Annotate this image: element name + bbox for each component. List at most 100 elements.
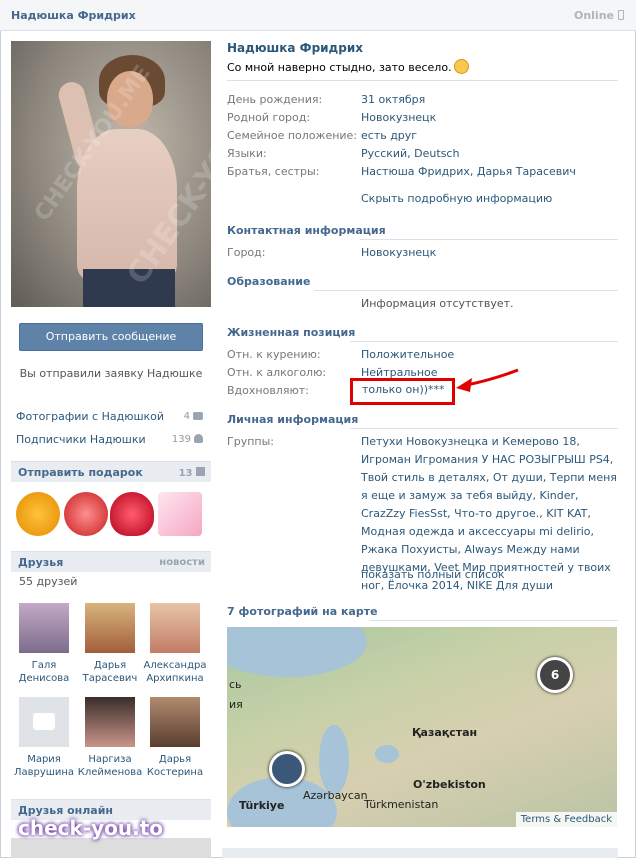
- bottom-watermark: check-you.to: [18, 816, 164, 840]
- friend-last-name[interactable]: Лаврушина: [11, 766, 77, 779]
- map-label-turkmenistan: Türkmenistan: [364, 798, 439, 811]
- send-gift-header[interactable]: Отправить подарок 13: [11, 461, 211, 482]
- friends-count: 55 друзей: [19, 575, 78, 588]
- online-text: Online: [573, 9, 614, 22]
- inspire-value[interactable]: только он))***: [362, 383, 445, 396]
- photos-count-number: 4: [183, 411, 190, 422]
- friend-card[interactable]: Дарья Тарасевич: [77, 603, 143, 685]
- status-text: Со мной наверно стыдно, зато весело.: [227, 61, 452, 74]
- map-label: сь: [229, 678, 242, 691]
- gift-box-icon: [196, 467, 205, 476]
- friend-card[interactable]: Наргиза Клейменова: [77, 697, 143, 779]
- city-value[interactable]: Новокузнецк: [361, 246, 436, 259]
- personal-info-title: Личная информация: [227, 413, 359, 426]
- show-full-list-link[interactable]: показать полный список: [361, 568, 505, 581]
- gift-kiss-lips-icon[interactable]: [110, 492, 154, 536]
- send-message-button[interactable]: Отправить сообщение: [19, 323, 203, 351]
- map-water: [319, 725, 349, 795]
- smoking-value[interactable]: Положительное: [361, 348, 454, 361]
- divider: [227, 80, 618, 81]
- friend-first-name[interactable]: Дарья: [142, 753, 208, 766]
- city-label: Город:: [227, 246, 266, 259]
- mobile-phone-icon: [618, 10, 624, 20]
- friends-news-link[interactable]: новости: [159, 557, 205, 568]
- header-name: Надюшка Фридрих: [11, 9, 136, 22]
- contacts-title: Контактная информация: [227, 224, 386, 237]
- smoking-label: Отн. к курению:: [227, 348, 321, 361]
- friend-first-name[interactable]: Александра: [142, 659, 208, 672]
- gift-monkey-icon[interactable]: [64, 492, 108, 536]
- friend-last-name[interactable]: Тарасевич: [77, 672, 143, 685]
- divider: [314, 290, 618, 291]
- friends-online-avatars[interactable]: [11, 838, 211, 858]
- photo-map[interactable]: сь ия Қазақстан O'zbekiston Türkiye Azər…: [227, 627, 617, 827]
- gift-count: 13: [179, 467, 205, 479]
- friend-first-name[interactable]: Дарья: [77, 659, 143, 672]
- friend-first-name[interactable]: Наргиза: [77, 753, 143, 766]
- friend-avatar[interactable]: [150, 697, 200, 747]
- send-gift-title: Отправить подарок: [18, 466, 143, 479]
- subscribers-link[interactable]: Подписчики Надюшки: [16, 433, 146, 446]
- red-arrow-icon: [456, 368, 519, 392]
- map-water: [227, 627, 367, 677]
- subscribers-count-number: 139: [171, 434, 191, 445]
- friend-first-name[interactable]: Галя: [11, 659, 77, 672]
- camera-placeholder-icon[interactable]: [19, 697, 69, 747]
- friend-last-name[interactable]: Архипкина: [142, 672, 208, 685]
- map-label-azerbaijan: Azərbaycan: [303, 789, 368, 802]
- terms-feedback-link[interactable]: Terms & Feedback: [515, 812, 617, 827]
- education-title: Образование: [227, 275, 311, 288]
- friend-card[interactable]: Дарья Костерина: [142, 697, 208, 779]
- relationship-value[interactable]: есть друг: [361, 129, 417, 142]
- education-none: Информация отсутствует.: [361, 297, 514, 310]
- languages-label: Языки:: [227, 147, 267, 160]
- siblings-label: Братья, сестры:: [227, 165, 320, 178]
- map-photos-title[interactable]: 7 фотографий на карте: [227, 605, 378, 618]
- map-label-kazakhstan: Қазақстан: [412, 726, 478, 739]
- groups-label: Группы:: [227, 435, 274, 448]
- map-photo-pin[interactable]: [269, 751, 305, 787]
- friend-card[interactable]: Александра Архипкина: [142, 603, 208, 685]
- friends-title: Друзья: [18, 556, 64, 569]
- photos-count: 4: [184, 411, 203, 422]
- life-position-title: Жизненная позиция: [227, 326, 356, 339]
- hide-details-link[interactable]: Скрыть подробную информацию: [361, 192, 552, 205]
- gift-love-letter-icon[interactable]: [158, 492, 202, 536]
- gift-count-number: 13: [178, 468, 193, 479]
- subscribers-count: 139: [172, 434, 203, 445]
- profile-name: Надюшка Фридрих: [227, 41, 363, 55]
- hometown-label: Родной город:: [227, 111, 311, 124]
- online-status: Online: [574, 9, 624, 22]
- divider: [350, 341, 618, 342]
- friend-card[interactable]: Мария Лаврушина: [11, 697, 77, 779]
- friends-header[interactable]: Друзья новости: [11, 551, 211, 572]
- friend-avatar[interactable]: [85, 697, 135, 747]
- friend-avatar[interactable]: [19, 603, 69, 653]
- friend-last-name[interactable]: Костерина: [142, 766, 208, 779]
- profile-header-bar: Надюшка Фридрих Online: [0, 0, 636, 31]
- profile-photo[interactable]: CHECK-YOU.ME CHECK-YOU.ME: [11, 41, 211, 307]
- relationship-label: Семейное положение:: [227, 129, 358, 142]
- profile-status[interactable]: Со мной наверно стыдно, зато весело.: [227, 59, 469, 74]
- hometown-value[interactable]: Новокузнецк: [361, 111, 436, 124]
- map-label: ия: [229, 698, 243, 711]
- siblings-value[interactable]: Настюша Фридрих, Дарья Тарасевич: [361, 165, 576, 178]
- friend-last-name[interactable]: Денисова: [11, 672, 77, 685]
- map-photo-cluster-pin[interactable]: 6: [537, 657, 573, 693]
- map-water: [375, 745, 399, 763]
- friend-first-name[interactable]: Мария: [11, 753, 77, 766]
- photos-with-user-link[interactable]: Фотографии с Надюшкой: [16, 410, 164, 423]
- languages-value[interactable]: Русский, Deutsch: [361, 147, 459, 160]
- smiley-emoji-icon: [453, 59, 469, 74]
- map-label-turkey: Türkiye: [239, 799, 285, 812]
- birthday-label: День рождения:: [227, 93, 323, 106]
- friend-avatar[interactable]: [85, 603, 135, 653]
- friend-card[interactable]: Галя Денисова: [11, 603, 77, 685]
- friend-avatar[interactable]: [150, 603, 200, 653]
- camera-icon: [193, 412, 203, 420]
- birthday-value[interactable]: 31 октября: [361, 93, 425, 106]
- friend-last-name[interactable]: Клейменова: [77, 766, 143, 779]
- next-section-bar: [222, 848, 618, 858]
- people-icon: [194, 434, 203, 443]
- gift-mandarins-icon[interactable]: [16, 492, 60, 536]
